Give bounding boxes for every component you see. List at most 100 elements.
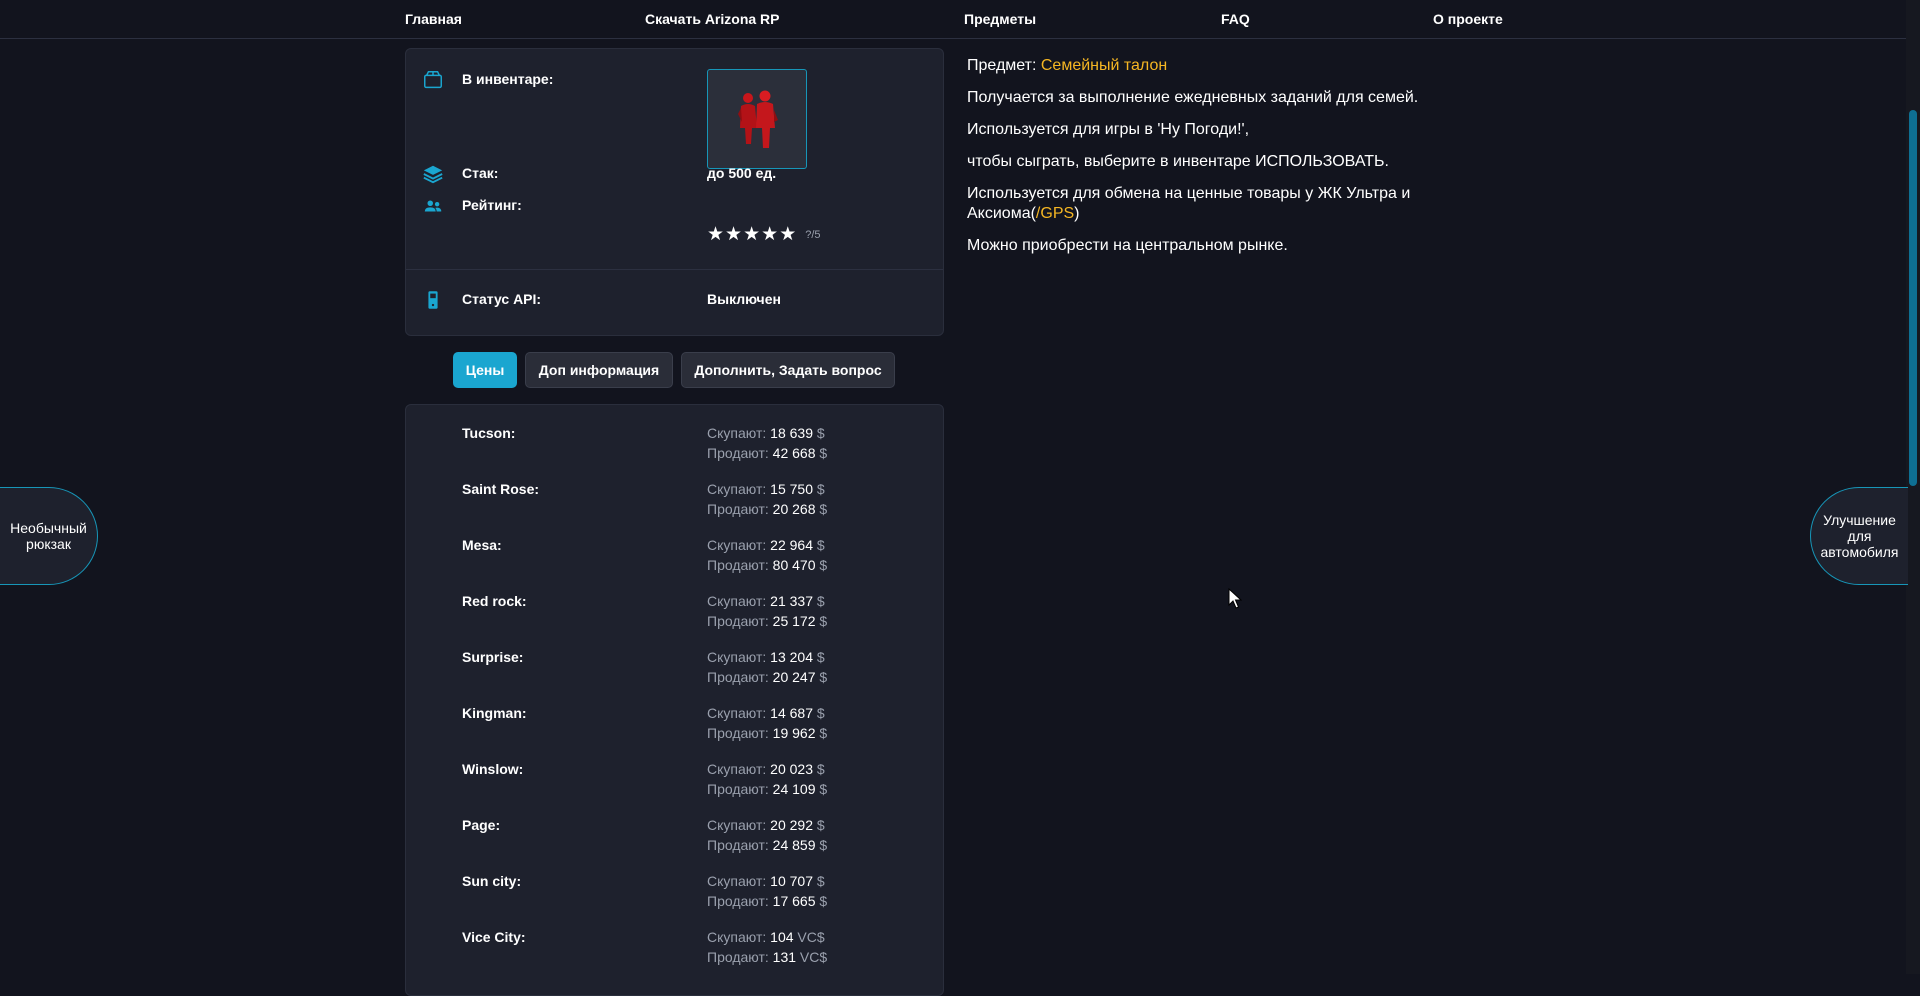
price-buy-value: 20 023: [770, 761, 813, 777]
description-line: Получается за выполнение ежедневных зада…: [967, 89, 1419, 106]
description-line: Можно приобрести на центральном рынке.: [967, 237, 1288, 254]
price-currency: $: [816, 817, 825, 833]
price-currency: $: [816, 705, 825, 721]
price-city: Surprise:: [462, 649, 524, 665]
price-buy-value: 10 707: [770, 873, 813, 889]
price-currency: $: [819, 613, 828, 629]
gps-link[interactable]: /GPS: [1036, 205, 1074, 222]
price-currency: $: [816, 649, 825, 665]
price-buy-label: Скупают:: [707, 929, 767, 945]
price-sell-line: Продают: 20 247 $: [707, 669, 827, 685]
price-city: Mesa:: [462, 537, 502, 553]
price-currency: VC$: [797, 929, 825, 945]
price-sell-value: 42 668: [772, 445, 816, 461]
description-line: чтобы сыграть, выберите в инвентаре ИСПО…: [967, 153, 1389, 170]
item-name: Семейный талон: [1040, 57, 1168, 74]
family-figures-icon: [738, 90, 778, 148]
prices-card: Tucson: Скупают: 18 639 $ Продают: 42 668 …: [405, 404, 944, 996]
nav-about-link[interactable]: О проекте: [1433, 11, 1503, 27]
rating-stars[interactable]: ★ ★ ★ ★ ★ ?/5: [707, 225, 821, 244]
price-city: Tucson:: [462, 425, 516, 441]
price-currency: $: [819, 725, 828, 741]
price-buy-line: Скупают: 13 204 $: [707, 649, 825, 665]
price-currency: $: [819, 893, 828, 909]
price-sell-label: Продают:: [707, 669, 769, 685]
item-info-card: В инвентаре: Стак: до 500 ед. Рейтинг: ★…: [405, 48, 944, 336]
price-buy-value: 21 337: [770, 593, 813, 609]
page-scrollbar[interactable]: [1906, 0, 1920, 974]
price-sell-label: Продают:: [707, 557, 769, 573]
price-buy-line: Скупают: 21 337 $: [707, 593, 825, 609]
inventory-label: В инвентаре:: [462, 71, 554, 87]
rating-label: Рейтинг:: [462, 197, 522, 213]
price-currency: $: [819, 669, 828, 685]
price-buy-line: Скупают: 18 639 $: [707, 425, 825, 441]
price-sell-label: Продают:: [707, 501, 769, 517]
description-line: Используется для обмена на ценные товары…: [967, 184, 1487, 224]
price-buy-value: 104: [770, 929, 794, 945]
price-currency: VC$: [799, 949, 828, 965]
price-buy-label: Скупают:: [707, 649, 767, 665]
star-icon[interactable]: ★: [761, 225, 778, 244]
scrollbar-thumb[interactable]: [1909, 110, 1917, 486]
price-buy-value: 22 964: [770, 537, 813, 553]
price-buy-label: Скупают:: [707, 425, 767, 441]
price-sell-label: Продают:: [707, 725, 769, 741]
tab-prices[interactable]: Цены: [453, 352, 517, 388]
prev-item-button[interactable]: Необычный рюкзак: [0, 487, 98, 585]
box-icon: [424, 71, 442, 89]
price-currency: $: [819, 445, 828, 461]
price-buy-line: Скупают: 20 292 $: [707, 817, 825, 833]
price-currency: $: [819, 837, 828, 853]
star-icon[interactable]: ★: [725, 225, 742, 244]
price-currency: $: [819, 501, 828, 517]
next-item-button[interactable]: Улучшение для автомобиля: [1810, 487, 1908, 585]
nav-home-link[interactable]: Главная: [405, 11, 462, 27]
price-sell-line: Продают: 24 109 $: [707, 781, 827, 797]
nav-items-link[interactable]: Предметы: [964, 11, 1036, 27]
price-sell-label: Продают:: [707, 837, 769, 853]
price-sell-label: Продают:: [707, 613, 769, 629]
price-buy-label: Скупают:: [707, 593, 767, 609]
nav-download-link[interactable]: Скачать Arizona RP: [645, 11, 780, 27]
item-prefix: Предмет:: [967, 57, 1037, 74]
price-buy-label: Скупают:: [707, 705, 767, 721]
price-sell-value: 20 247: [772, 669, 816, 685]
price-city: Saint Rose:: [462, 481, 540, 497]
price-sell-value: 25 172: [772, 613, 816, 629]
price-sell-value: 131: [772, 949, 797, 965]
item-description: Предмет: Семейный талон Получается за вы…: [967, 56, 1487, 268]
users-icon: [424, 200, 442, 212]
description-text: Используется для обмена на ценные товары…: [967, 185, 1411, 222]
price-sell-line: Продают: 19 962 $: [707, 725, 827, 741]
price-buy-value: 13 204: [770, 649, 813, 665]
top-navigation: Главная Скачать Arizona RP Предметы FAQ …: [0, 0, 1906, 39]
star-icon[interactable]: ★: [707, 225, 724, 244]
star-icon[interactable]: ★: [779, 225, 796, 244]
price-sell-label: Продают:: [707, 781, 769, 797]
price-sell-label: Продают:: [707, 949, 769, 965]
tab-extra-info[interactable]: Доп информация: [525, 352, 673, 388]
tab-ask-question[interactable]: Дополнить, Задать вопрос: [681, 352, 895, 388]
price-city: Page:: [462, 817, 501, 833]
price-sell-value: 20 268: [772, 501, 816, 517]
nav-faq-link[interactable]: FAQ: [1221, 11, 1250, 27]
price-sell-value: 24 109: [772, 781, 816, 797]
price-buy-line: Скупают: 14 687 $: [707, 705, 825, 721]
price-sell-line: Продают: 25 172 $: [707, 613, 827, 629]
price-sell-line: Продают: 131 VC$: [707, 949, 827, 965]
price-buy-value: 20 292: [770, 817, 813, 833]
api-status-value: Выключен: [707, 291, 781, 307]
price-currency: $: [819, 781, 828, 797]
star-icon[interactable]: ★: [743, 225, 760, 244]
price-buy-line: Скупают: 22 964 $: [707, 537, 825, 553]
price-buy-label: Скупают:: [707, 761, 767, 777]
phone-icon: [428, 291, 438, 309]
price-currency: $: [816, 537, 825, 553]
price-buy-value: 18 639: [770, 425, 813, 441]
price-sell-line: Продают: 20 268 $: [707, 501, 827, 517]
mouse-cursor-icon: [1228, 588, 1242, 609]
rating-note: ?/5: [805, 228, 821, 241]
stack-value: до 500 ед.: [707, 165, 777, 181]
prev-item-label: Необычный рюкзак: [10, 520, 87, 552]
